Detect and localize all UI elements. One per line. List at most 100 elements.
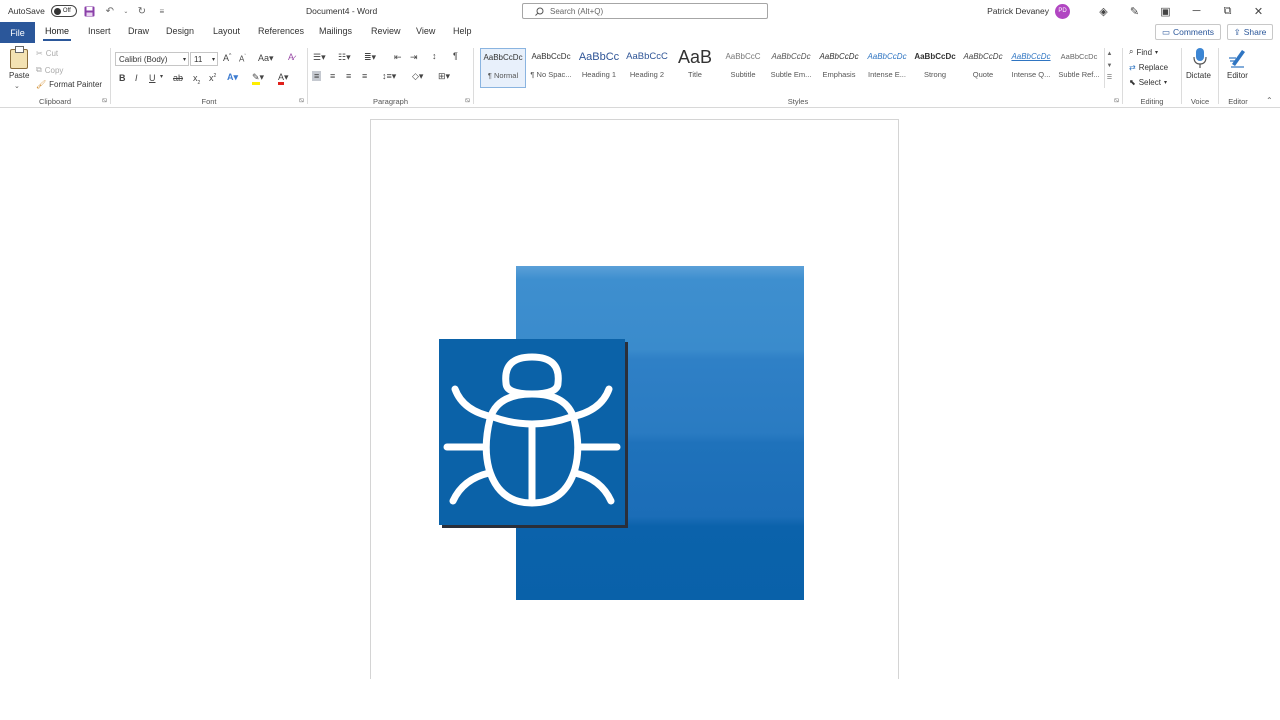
autosave-toggle[interactable]: Off — [50, 5, 77, 17]
find-button[interactable]: ⌕ Find ▾ — [1129, 47, 1158, 57]
restore-icon[interactable]: ⧉ — [1212, 2, 1243, 20]
copy-button[interactable]: ⧉ Copy — [36, 65, 63, 75]
format-painter-button[interactable]: 🖌 Format Painter — [36, 80, 102, 89]
tab-view[interactable]: View — [416, 26, 435, 36]
show-formatting-marks-icon[interactable]: ¶ — [453, 51, 458, 61]
increase-indent-icon[interactable]: ⇥ — [410, 52, 418, 63]
replace-button[interactable]: ⇄ Replace — [1129, 63, 1168, 72]
align-right-icon[interactable]: ≡ — [346, 71, 351, 81]
subscript-icon[interactable]: x2 — [193, 73, 200, 86]
style-normal[interactable]: AaBbCcDc ¶ Normal — [480, 48, 526, 88]
grow-font-icon[interactable]: A^ — [223, 53, 231, 63]
font-color-icon[interactable]: A▾ — [278, 72, 289, 85]
share-button[interactable]: ⇪ Share — [1227, 24, 1273, 40]
undo-icon[interactable]: ↶ — [103, 4, 117, 18]
ribbon-display-options-icon[interactable]: ▣ — [1150, 2, 1181, 20]
highlight-color-icon[interactable]: ✎▾ — [252, 72, 264, 85]
search-input[interactable]: Search (Alt+Q) — [522, 3, 768, 19]
shading-icon[interactable]: ◇▾ — [412, 71, 423, 82]
tab-references[interactable]: References — [258, 26, 304, 36]
numbering-icon[interactable]: ☷▾ — [338, 52, 351, 63]
borders-icon[interactable]: ⊞▾ — [438, 71, 450, 82]
style-strong[interactable]: AaBbCcDc Strong — [912, 48, 958, 88]
italic-icon[interactable]: I — [135, 73, 138, 83]
editor-button[interactable]: Editor — [1227, 71, 1248, 80]
decrease-indent-icon[interactable]: ⇤ — [394, 52, 402, 63]
style-subtitle[interactable]: AaBbCcC Subtitle — [720, 48, 766, 88]
font-name-select[interactable]: Calibri (Body) ▾ — [115, 52, 189, 66]
sort-icon[interactable]: ↕ — [432, 51, 437, 61]
microphone-icon[interactable] — [1192, 47, 1208, 69]
style-heading-1[interactable]: AaBbCc Heading 1 — [576, 48, 622, 88]
style-sample: AaBbCcC — [626, 51, 668, 62]
tab-mailings[interactable]: Mailings — [319, 26, 352, 36]
bold-icon[interactable]: B — [119, 73, 126, 83]
comments-button[interactable]: ▭ Comments — [1155, 24, 1221, 40]
document-page[interactable] — [370, 119, 899, 679]
paste-options-chevron-icon[interactable]: ⌄ — [14, 82, 20, 90]
styles-expand-icon[interactable]: ☰ — [1105, 72, 1114, 84]
customize-toolbar-icon[interactable]: ≡ — [155, 4, 169, 18]
style-emphasis[interactable]: AaBbCcDc Emphasis — [816, 48, 862, 88]
change-case-icon[interactable]: Aa▾ — [258, 53, 274, 64]
underline-icon[interactable]: U — [149, 73, 156, 83]
align-left-icon[interactable]: ≡ — [312, 71, 322, 81]
tab-review[interactable]: Review — [371, 26, 401, 36]
clipboard-launcher-icon[interactable]: ⧅ — [103, 97, 107, 105]
text-effects-icon[interactable]: A▾ — [227, 72, 238, 83]
paste-button[interactable]: Paste — [9, 71, 29, 80]
dictate-button[interactable]: Dictate — [1186, 71, 1211, 80]
tab-draw[interactable]: Draw — [128, 26, 149, 36]
justify-icon[interactable]: ≡ — [362, 71, 367, 81]
style-sample: AaBbCcDc — [819, 52, 859, 61]
document-area[interactable] — [0, 109, 1280, 720]
superscript-icon[interactable]: x2 — [209, 73, 216, 83]
style-subtle-reference[interactable]: AaBbCcDc Subtle Ref... — [1056, 48, 1102, 88]
redo-icon[interactable]: ↻ — [135, 4, 149, 18]
tab-design[interactable]: Design — [166, 26, 194, 36]
font-launcher-icon[interactable]: ⧅ — [300, 97, 304, 105]
premium-diamond-icon[interactable]: ◈ — [1088, 2, 1119, 20]
tab-layout[interactable]: Layout — [213, 26, 240, 36]
tab-insert[interactable]: Insert — [88, 26, 111, 36]
styles-scroll[interactable]: ▲ ▼ ☰ — [1104, 48, 1114, 88]
bug-tile[interactable] — [439, 339, 625, 525]
scroll-down-icon[interactable]: ▼ — [1105, 60, 1114, 72]
collapse-ribbon-icon[interactable]: ⌃ — [1266, 96, 1273, 105]
close-icon[interactable]: ✕ — [1243, 2, 1274, 20]
dropdown-chevron-icon[interactable]: ⌄ — [123, 4, 129, 18]
select-button[interactable]: ⬉ Select ▾ — [1129, 78, 1167, 87]
style-heading-2[interactable]: AaBbCcC Heading 2 — [624, 48, 670, 88]
clear-formatting-icon[interactable]: A̷ — [288, 52, 294, 62]
cut-button[interactable]: ✂ Cut — [36, 49, 58, 58]
style-quote[interactable]: AaBbCcDc Quote — [960, 48, 1006, 88]
line-spacing-icon[interactable]: ↕≡▾ — [382, 71, 396, 82]
pen-icon[interactable]: ✎ — [1119, 2, 1150, 20]
tab-home[interactable]: Home — [42, 26, 72, 41]
user-name[interactable]: Patrick Devaney — [987, 6, 1049, 16]
align-center-icon[interactable]: ≡ — [330, 71, 335, 81]
font-size-select[interactable]: 11 ▾ — [190, 52, 218, 66]
strikethrough-icon[interactable]: ab — [173, 73, 183, 83]
style-name: Intense Q... — [1011, 70, 1051, 79]
select-cursor-icon: ⬉ — [1129, 78, 1136, 87]
paragraph-launcher-icon[interactable]: ⧅ — [466, 97, 470, 105]
avatar[interactable]: PD — [1055, 3, 1070, 19]
bullets-icon[interactable]: ☰▾ — [313, 52, 326, 63]
styles-launcher-icon[interactable]: ⧅ — [1115, 97, 1119, 105]
save-icon[interactable] — [83, 4, 97, 18]
style-intense-quote[interactable]: AaBbCcDc Intense Q... — [1008, 48, 1054, 88]
scroll-up-icon[interactable]: ▲ — [1105, 48, 1114, 60]
multilevel-list-icon[interactable]: ≣▾ — [364, 52, 376, 63]
style-subtle-emphasis[interactable]: AaBbCcDc Subtle Em... — [768, 48, 814, 88]
underline-chevron-icon[interactable]: ▾ — [160, 73, 163, 80]
paste-icon[interactable] — [10, 46, 28, 69]
tab-help[interactable]: Help — [453, 26, 472, 36]
tab-file[interactable]: File — [0, 22, 35, 43]
style-title[interactable]: AaB Title — [672, 48, 718, 88]
style-intense-emphasis[interactable]: AaBbCcDc Intense E... — [864, 48, 910, 88]
minimize-icon[interactable]: ─ — [1181, 2, 1212, 20]
shrink-font-icon[interactable]: Aˇ — [239, 54, 246, 64]
editor-pen-icon[interactable] — [1228, 47, 1248, 69]
style-no-spacing[interactable]: AaBbCcDc ¶ No Spac... — [528, 48, 574, 88]
